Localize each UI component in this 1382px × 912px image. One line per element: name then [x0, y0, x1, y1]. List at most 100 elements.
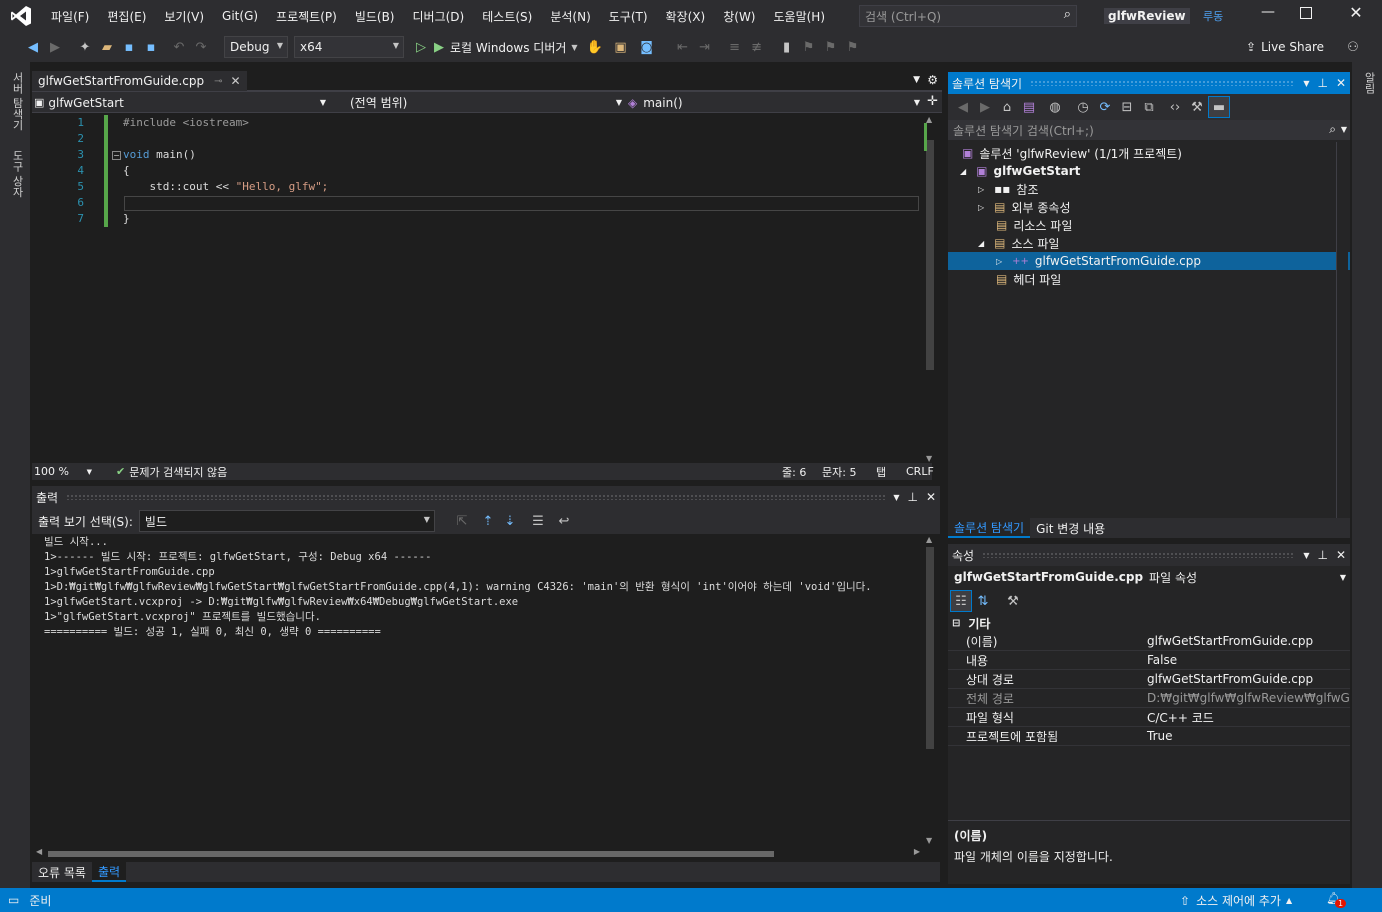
- menu-item[interactable]: 도움말(H): [765, 0, 835, 32]
- code-area[interactable]: 1234567 − #include <iostream> void main()…: [32, 115, 922, 463]
- property-row[interactable]: 파일 형식 C/C++ 코드: [948, 708, 1350, 727]
- browse-icon[interactable]: ▣: [610, 36, 632, 58]
- new-project-icon[interactable]: ✦: [74, 36, 96, 58]
- scroll-thumb[interactable]: [48, 851, 774, 857]
- tab-error-list[interactable]: 오류 목록: [32, 862, 92, 882]
- search-box[interactable]: 검색 (Ctrl+Q) ⌕: [859, 5, 1077, 27]
- scope-dropdown[interactable]: (전역 범위) ▼: [332, 93, 622, 112]
- save-icon[interactable]: ▪: [118, 36, 140, 58]
- tree-item-resource-files[interactable]: ▤ 리소스 파일: [948, 216, 1350, 234]
- notifications-button[interactable]: 🔔︎ 1: [1326, 891, 1347, 908]
- pin-icon[interactable]: ⊸: [214, 76, 222, 87]
- menu-item[interactable]: 프로젝트(P): [267, 0, 346, 32]
- start-debugger-button[interactable]: ▶ 로컬 Windows 디버거 ▼: [434, 36, 578, 58]
- back-icon[interactable]: ◀: [22, 36, 44, 58]
- split-icon[interactable]: ✛: [927, 94, 938, 109]
- window-menu-icon[interactable]: ▼: [893, 493, 899, 502]
- drag-grip[interactable]: [982, 552, 1296, 558]
- home-icon[interactable]: ⌂: [996, 96, 1018, 118]
- tab-output[interactable]: 출력: [91, 862, 127, 882]
- document-tab[interactable]: glfwGetStartFromGuide.cpp ⊸ ✕: [32, 71, 247, 91]
- indent-icon[interactable]: ⇤: [672, 36, 694, 58]
- menu-item[interactable]: 편집(E): [98, 0, 155, 32]
- menu-item[interactable]: 확장(X): [657, 0, 715, 32]
- sync-icon[interactable]: ⟳: [1094, 96, 1116, 118]
- pin-icon[interactable]: ⊥: [1317, 76, 1327, 90]
- properties-wrench-icon[interactable]: ⚒: [1186, 96, 1208, 118]
- solution-search-box[interactable]: 솔루션 탐색기 검색(Ctrl+;) ⌕ ▼: [948, 120, 1350, 140]
- tab-git-changes[interactable]: Git 변경 내용: [1030, 518, 1111, 538]
- tab-mode[interactable]: 탭: [876, 464, 886, 480]
- minimize-button[interactable]: —: [1254, 4, 1282, 28]
- category-misc[interactable]: ⊟ 기타: [948, 614, 1350, 632]
- scroll-down-icon[interactable]: ▼: [926, 454, 932, 463]
- menu-item[interactable]: 파일(F): [42, 0, 98, 32]
- close-icon[interactable]: ✕: [926, 490, 936, 504]
- property-row[interactable]: 내용 False: [948, 651, 1350, 670]
- comment-icon[interactable]: ≡: [724, 36, 746, 58]
- output-hscrollbar[interactable]: ◀ ▶: [36, 847, 920, 859]
- feedback-icon[interactable]: ⚇: [1342, 36, 1364, 58]
- window-menu-icon[interactable]: ▼: [1303, 79, 1309, 88]
- close-window-button[interactable]: ✕: [1346, 3, 1366, 27]
- member-dropdown[interactable]: ◈ main() ▼: [628, 93, 920, 112]
- preview-icon[interactable]: ▬: [1208, 96, 1230, 118]
- server-explorer-tab[interactable]: 서버 탐색기: [9, 72, 25, 131]
- forward-icon[interactable]: ▶: [974, 96, 996, 118]
- zoom-dropdown[interactable]: 100 % ▼: [34, 465, 92, 479]
- close-icon[interactable]: ✕: [1336, 548, 1346, 562]
- menu-item[interactable]: 도구(T): [600, 0, 657, 32]
- tree-item-references[interactable]: ▷ ▪▪ 참조: [948, 180, 1350, 198]
- collapse-all-icon[interactable]: ⊟: [1116, 96, 1138, 118]
- pin-icon[interactable]: ⊥: [907, 490, 917, 504]
- live-share-button[interactable]: ⇪ Live Share: [1246, 36, 1324, 58]
- vs-logo-icon[interactable]: [0, 0, 42, 32]
- back-icon[interactable]: ◀: [952, 96, 974, 118]
- source-control-button[interactable]: ⇧ 소스 제어에 추가 ▲: [1180, 892, 1292, 909]
- property-row[interactable]: 상대 경로 glfwGetStartFromGuide.cpp: [948, 670, 1350, 689]
- open-folder-icon[interactable]: ▰: [96, 36, 118, 58]
- tree-item-source-files[interactable]: ◢ ▤ 소스 파일: [948, 234, 1350, 252]
- outdent-icon[interactable]: ⇥: [694, 36, 716, 58]
- show-all-files-icon[interactable]: ⧉: [1138, 96, 1160, 118]
- eol-mode[interactable]: CRLF: [906, 465, 934, 478]
- close-tab-icon[interactable]: ✕: [231, 74, 241, 88]
- menu-item[interactable]: Git(G): [213, 0, 267, 32]
- output-source-dropdown[interactable]: 빌드 ▼: [138, 510, 435, 532]
- output-text[interactable]: 빌드 시작... 1>------ 빌드 시작: 프로젝트: glfwGetSta…: [44, 535, 872, 640]
- object-selector[interactable]: glfwGetStartFromGuide.cpp 파일 속성 ▼: [948, 566, 1350, 588]
- find-message-icon[interactable]: ⇱: [451, 510, 473, 532]
- editor-vscrollbar[interactable]: ▲ ▼: [924, 115, 936, 463]
- alphabetical-icon[interactable]: ⇅: [972, 590, 994, 612]
- word-wrap-icon[interactable]: ↩: [553, 510, 575, 532]
- toolbox-tab[interactable]: 도구 상자: [9, 150, 25, 198]
- history-icon[interactable]: ◷: [1072, 96, 1094, 118]
- maximize-button[interactable]: [1300, 7, 1312, 19]
- drag-grip[interactable]: [1030, 80, 1296, 86]
- save-all-icon[interactable]: ▪: [140, 36, 162, 58]
- tree-item-header-files[interactable]: ▤ 헤더 파일: [948, 270, 1350, 288]
- pin-icon[interactable]: ⊥: [1317, 548, 1327, 562]
- tree-item-external-deps[interactable]: ▷ ▤ 외부 종속성: [948, 198, 1350, 216]
- clear-all-icon[interactable]: ☰: [527, 510, 549, 532]
- start-without-debug-icon[interactable]: ▷: [410, 36, 432, 58]
- scroll-right-icon[interactable]: ▶: [914, 847, 920, 856]
- uncomment-icon[interactable]: ≢: [746, 36, 768, 58]
- window-menu-icon[interactable]: ▼: [1303, 551, 1309, 560]
- forward-icon[interactable]: ▶: [44, 36, 66, 58]
- drag-grip[interactable]: [66, 494, 886, 500]
- collapse-icon[interactable]: −: [112, 151, 121, 160]
- scroll-thumb[interactable]: [926, 140, 934, 370]
- prev-message-icon[interactable]: ⇡: [477, 510, 499, 532]
- property-row[interactable]: (이름) glfwGetStartFromGuide.cpp: [948, 632, 1350, 651]
- tree-solution[interactable]: ▣ 솔루션 'glfwReview' (1/1개 프로젝트): [948, 144, 1350, 162]
- menu-item[interactable]: 창(W): [714, 0, 764, 32]
- notifications-tab[interactable]: 알림: [1361, 72, 1377, 94]
- project-dropdown[interactable]: ▣ glfwGetStart ▼: [34, 93, 326, 112]
- clear-bookmark-icon[interactable]: ⚑: [842, 36, 864, 58]
- menu-item[interactable]: 빌드(B): [346, 0, 404, 32]
- view-code-icon[interactable]: ‹›: [1164, 96, 1186, 118]
- next-message-icon[interactable]: ⇣: [499, 510, 521, 532]
- tree-project[interactable]: ◢ ▣ glfwGetStart: [948, 162, 1350, 180]
- menu-item[interactable]: 보기(V): [155, 0, 213, 32]
